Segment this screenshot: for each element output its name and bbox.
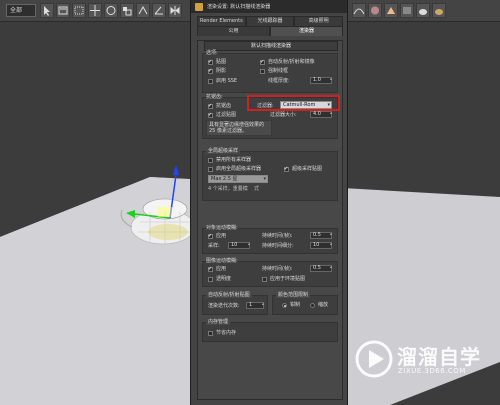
object-motion-blur-apply-label: 应用 [216, 233, 227, 239]
enable-sse-label: 启用 SSE [216, 78, 238, 84]
save-memory-checkbox[interactable] [208, 331, 213, 336]
render-setup-icon [195, 2, 203, 11]
enable-global-supersampler-checkbox[interactable] [208, 167, 213, 172]
options-title: 选项: [206, 50, 218, 56]
render-iterations-label: 渲染迭代次数: [208, 303, 240, 309]
filter-description: 具有显著边缘增强效果的 25 像素过滤器。 [209, 122, 265, 134]
scale-label: 缩放 [318, 302, 329, 308]
filter-maps-checkbox[interactable] [208, 112, 213, 118]
tab-common[interactable]: 公用 [197, 26, 270, 36]
supersample-maps-checkbox[interactable] [284, 166, 289, 172]
select-move-button[interactable] [88, 3, 102, 18]
antialiasing-title: 抗锯齿: [206, 94, 223, 100]
apply-environment-label: 应用于环境贴图 [270, 276, 306, 282]
disable-all-samplers-label: 禁用所有采样器 [216, 157, 252, 163]
auto-reflect-maps-title: 自动反射/折射贴图 [206, 292, 252, 298]
auto-reflect-checkbox[interactable] [260, 59, 265, 65]
render-frame-button[interactable] [400, 3, 414, 18]
filter-size-label: 过滤器大小: [270, 112, 297, 118]
curve-editor-button[interactable] [352, 3, 366, 18]
render-setup-dialog: 渲染设置: 默认扫描线渲染器 Render Elements 光线跟踪器 高级照… [190, 0, 348, 405]
color-range-title: 颜色范围限制 [276, 292, 311, 298]
disable-all-samplers-checkbox[interactable] [208, 158, 213, 163]
select-object-button[interactable] [40, 3, 54, 18]
image-duration-spinner[interactable]: 0.5 [310, 265, 332, 272]
transparency-checkbox[interactable] [208, 277, 213, 282]
object-subdivisions-label: 持续时间细分: [262, 243, 294, 249]
angle-snap-button[interactable] [152, 3, 166, 18]
tab-row-2: 公用 渲染器 [197, 26, 343, 36]
tab-render-elements[interactable]: Render Elements [197, 16, 246, 26]
mirror-button[interactable] [168, 3, 182, 18]
render-production-icon[interactable] [432, 3, 446, 18]
select-by-name-button[interactable] [56, 3, 70, 18]
watermark: 溜溜自学 ZIXUE.3D66.COM [354, 339, 500, 389]
save-memory-label: 节省内存 [216, 330, 237, 336]
scale-radio[interactable] [310, 303, 315, 308]
material-editor-button[interactable] [368, 3, 382, 18]
sampler-dropdown[interactable]: Max 2.5 星 [208, 175, 268, 183]
memory-title: 内存管理 [206, 319, 231, 325]
sampler-quality-value: 式 [254, 186, 260, 192]
enable-sse-checkbox[interactable] [208, 79, 213, 84]
sampler-quality-label: 4 个采样，重叠模 [208, 186, 248, 192]
region-select-button[interactable] [72, 3, 86, 18]
enable-global-supersampler-label: 启用全局超级采样器 [216, 166, 262, 172]
image-duration-label: 持续时间(帧): [262, 266, 293, 272]
select-rotate-button[interactable] [104, 3, 118, 18]
wire-thickness-label: 线框厚度: [268, 78, 290, 84]
object-duration-spinner[interactable]: 0.5 [310, 232, 332, 239]
clamp-label: 钳制 [290, 302, 301, 308]
supersample-maps-label: 超级采样贴图 [292, 166, 323, 172]
shadows-label: 阴影 [216, 68, 227, 74]
image-motion-blur-apply-checkbox[interactable] [208, 266, 213, 272]
apply-environment-checkbox[interactable] [262, 277, 267, 282]
shadows-checkbox[interactable] [208, 68, 213, 74]
force-wireframe-label: 强制线框 [268, 68, 289, 74]
object-subdivisions-spinner[interactable]: 10 [310, 242, 332, 249]
watermark-brand: 溜溜自学 [397, 345, 481, 369]
image-motion-blur-title: 图像运动模糊: [206, 258, 238, 264]
tab-advanced-lighting[interactable]: 高级照明 [294, 16, 344, 26]
tab-row-1: Render Elements 光线跟踪器 高级照明 [197, 16, 344, 26]
auto-reflect-label: 自动反射/折射和镜像 [268, 59, 315, 65]
antialiasing-label: 抗锯齿 [216, 103, 232, 109]
filter-highlight-box [247, 95, 340, 111]
supersampling-title: 全局超级采样 [206, 148, 241, 154]
object-samples-spinner[interactable]: 10 [228, 242, 250, 249]
clamp-radio[interactable] [282, 303, 287, 308]
snap-toggle-button[interactable] [136, 3, 150, 18]
force-wireframe-checkbox[interactable] [260, 69, 265, 74]
object-duration-label: 持续时间(帧): [262, 233, 293, 239]
dialog-title: 渲染设置: 默认扫描线渲染器 [207, 4, 271, 10]
mapping-label: 贴图 [216, 59, 227, 65]
object-motion-blur-apply-checkbox[interactable] [208, 233, 213, 239]
tab-renderer[interactable]: 渲染器 [270, 26, 343, 36]
render-teapot-icon[interactable] [416, 3, 430, 18]
transparency-label: 透明度 [216, 276, 232, 282]
renderer-rollout-title[interactable]: 默认扫描线渲染器 [204, 41, 338, 51]
image-motion-blur-apply-label: 应用 [216, 266, 227, 272]
selection-filter-dropdown[interactable]: 全部 [6, 4, 36, 17]
render-setup-button[interactable] [384, 3, 398, 18]
antialiasing-checkbox[interactable] [208, 103, 213, 109]
mapping-checkbox[interactable] [208, 59, 213, 65]
dialog-titlebar[interactable]: 渲染设置: 默认扫描线渲染器 [191, 0, 347, 13]
object-samples-label: 采样: [208, 243, 220, 249]
filter-maps-label: 过滤贴图 [216, 112, 237, 118]
renderer-rollout: 默认扫描线渲染器 选项: 贴图 自动反射/折射和镜像 阴影 强制线框 启用 SS… [197, 40, 343, 400]
select-scale-button[interactable] [120, 3, 134, 18]
filter-description-box: 具有显著边缘增强效果的 25 像素过滤器。 [206, 120, 272, 136]
render-iterations-spinner[interactable]: 1 [246, 302, 264, 309]
play-logo-icon [355, 340, 393, 378]
tab-raytracer[interactable]: 光线跟踪器 [245, 16, 295, 26]
object-motion-blur-title: 对象运动模糊: [206, 225, 238, 231]
wire-thickness-spinner[interactable]: 1.0 [310, 77, 332, 84]
watermark-url: ZIXUE.3D66.COM [398, 367, 466, 375]
filter-size-spinner[interactable]: 4.0 [310, 111, 332, 118]
